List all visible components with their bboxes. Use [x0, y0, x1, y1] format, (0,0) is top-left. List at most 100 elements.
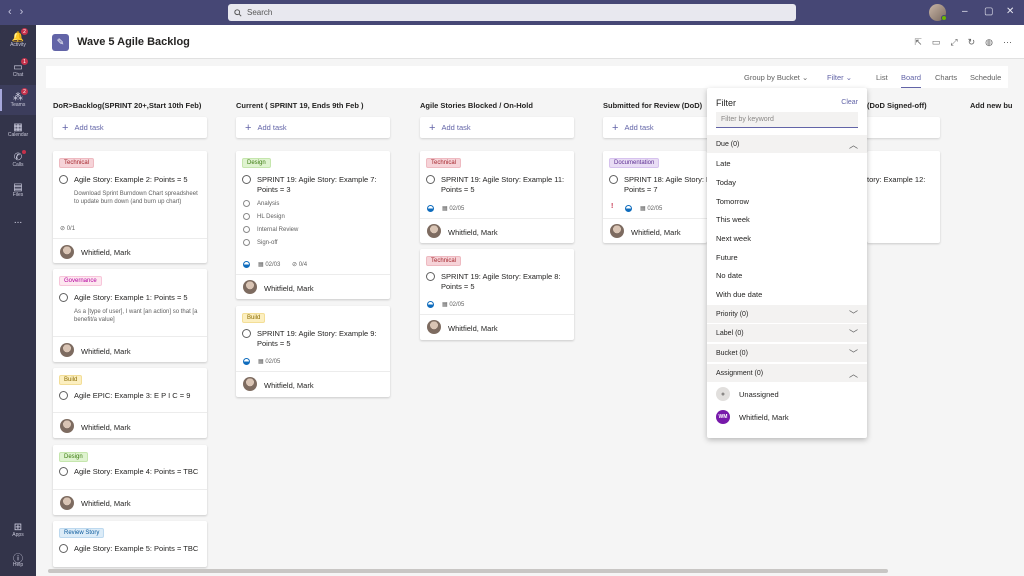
- due-option-next-week[interactable]: Next week: [716, 234, 751, 243]
- complete-checkbox[interactable]: [59, 467, 68, 476]
- tab-board[interactable]: Board: [901, 73, 921, 82]
- close-icon[interactable]: ✕: [1006, 6, 1014, 17]
- add-task-button[interactable]: + Add task: [53, 117, 207, 138]
- header-actions: ⇱ ▭ ⤢ ↻ ◍ ⋯: [914, 37, 1012, 48]
- open-external-icon[interactable]: ⇱: [914, 37, 922, 48]
- task-card[interactable]: Build Agile EPIC: Example 3: E P I C = 9…: [53, 368, 207, 438]
- bucket-title[interactable]: Submitted for Review (DoD): [603, 101, 702, 110]
- group-by-dropdown[interactable]: Group by Bucket ⌄: [744, 73, 808, 82]
- task-card[interactable]: tory: Example 12:: [867, 151, 940, 243]
- add-task-button[interactable]: + Add task: [420, 117, 574, 138]
- expand-icon[interactable]: ⤢: [950, 37, 957, 48]
- rail-more[interactable]: ...: [0, 205, 36, 235]
- complete-checkbox[interactable]: [59, 391, 68, 400]
- due-date-value: 02/05: [647, 206, 663, 212]
- divider: [53, 238, 207, 239]
- minimize-icon[interactable]: –: [962, 6, 968, 17]
- tab-schedule[interactable]: Schedule: [970, 73, 1001, 82]
- tab-board-indicator: [901, 87, 921, 88]
- task-card[interactable]: Governance Agile Story: Example 1: Point…: [53, 269, 207, 362]
- complete-checkbox[interactable]: [609, 175, 618, 184]
- assignment-option-user[interactable]: Whitfield, Mark: [739, 413, 789, 422]
- bucket-title[interactable]: DoR>Backlog(SPRINT 20+,Start 10th Feb): [53, 101, 201, 110]
- complete-checkbox[interactable]: [242, 175, 251, 184]
- nav-arrows: ‹ ›: [8, 6, 23, 18]
- task-card[interactable]: Design Agile Story: Example 4: Points = …: [53, 445, 207, 515]
- rail-calendar[interactable]: ▦ Calendar: [0, 115, 36, 145]
- due-section-header[interactable]: Due (0) ︿: [707, 135, 867, 153]
- add-new-bucket[interactable]: Add new bu: [970, 101, 1013, 110]
- forward-arrow-icon[interactable]: ›: [20, 6, 24, 18]
- rail-activity[interactable]: 🔔 2 Activity: [0, 25, 36, 55]
- rail-help[interactable]: ⓘ Help: [0, 545, 36, 575]
- horizontal-scrollbar[interactable]: [48, 569, 888, 573]
- board-toolbar: Group by Bucket ⌄ Filter ⌄ List Board Ch…: [46, 66, 1008, 88]
- tab-list[interactable]: List: [876, 73, 888, 82]
- task-card[interactable]: Technical SPRINT 19: Agile Story: Exampl…: [420, 249, 574, 340]
- conversation-icon[interactable]: ▭: [932, 37, 941, 48]
- divider: [53, 336, 207, 337]
- due-option-this-week[interactable]: This week: [716, 215, 750, 224]
- assignee-name: Whitfield, Mark: [448, 228, 498, 237]
- bucket-title[interactable]: Current ( SPRINT 19, Ends 9th Feb ): [236, 101, 364, 110]
- checklist-item-checkbox[interactable]: [243, 200, 250, 207]
- plus-icon: +: [612, 121, 619, 134]
- checklist-item-checkbox[interactable]: [243, 226, 250, 233]
- task-card[interactable]: Build SPRINT 19: Agile Story: Example 9:…: [236, 306, 390, 397]
- more-options-icon[interactable]: ⋯: [1003, 37, 1012, 48]
- search-input[interactable]: Search: [228, 4, 796, 21]
- rail-calls[interactable]: ✆ Calls: [0, 145, 36, 175]
- complete-checkbox[interactable]: [59, 175, 68, 184]
- bucket-title[interactable]: (DoD Signed-off): [867, 101, 927, 110]
- back-arrow-icon[interactable]: ‹: [8, 6, 12, 18]
- progress-icon[interactable]: [625, 205, 632, 212]
- add-task-button[interactable]: + Add task: [236, 117, 390, 138]
- divider: [603, 218, 707, 219]
- task-card[interactable]: Review Story Agile Story: Example 5: Poi…: [53, 521, 207, 567]
- clear-filter-button[interactable]: Clear: [841, 99, 858, 106]
- checklist-item-checkbox[interactable]: [243, 239, 250, 246]
- complete-checkbox[interactable]: [59, 544, 68, 553]
- task-card[interactable]: Documentation SPRINT 18: Agile Story: Ex…: [603, 151, 707, 243]
- label-section-header[interactable]: Label (0) ﹀: [707, 324, 867, 342]
- complete-checkbox[interactable]: [242, 329, 251, 338]
- checklist-item-checkbox[interactable]: [243, 213, 250, 220]
- task-card[interactable]: Design SPRINT 19: Agile Story: Example 7…: [236, 151, 390, 299]
- bucket-section-header[interactable]: Bucket (0) ﹀: [707, 344, 867, 362]
- progress-icon[interactable]: [243, 358, 250, 365]
- progress-icon[interactable]: [427, 205, 434, 212]
- complete-checkbox[interactable]: [426, 175, 435, 184]
- label-tag: Design: [242, 158, 271, 168]
- due-option-late[interactable]: Late: [716, 159, 731, 168]
- complete-checkbox[interactable]: [426, 272, 435, 281]
- rail-teams[interactable]: ⁂ 2 Teams: [0, 85, 36, 115]
- rail-apps[interactable]: ⊞ Apps: [0, 515, 36, 545]
- add-task-button-partial[interactable]: [860, 117, 940, 138]
- rail-chat[interactable]: ▭ 1 Chat: [0, 55, 36, 85]
- globe-icon[interactable]: ◍: [985, 37, 993, 48]
- bucket-title[interactable]: Agile Stories Blocked / On-Hold: [420, 101, 533, 110]
- filter-dropdown[interactable]: Filter ⌄: [827, 73, 852, 82]
- title-bar: ‹ › Search – ▢ ✕: [0, 0, 1024, 25]
- progress-icon[interactable]: [427, 301, 434, 308]
- progress-icon[interactable]: [243, 261, 250, 268]
- due-option-tomorrow[interactable]: Tomorrow: [716, 197, 749, 206]
- assignment-section-header[interactable]: Assignment (0) ︿: [707, 364, 867, 382]
- tab-charts[interactable]: Charts: [935, 73, 957, 82]
- refresh-icon[interactable]: ↻: [968, 37, 976, 48]
- priority-section-header[interactable]: Priority (0) ﹀: [707, 305, 867, 323]
- filter-keyword-input[interactable]: Filter by keyword: [716, 112, 858, 128]
- due-option-future[interactable]: Future: [716, 253, 738, 262]
- task-card[interactable]: Technical Agile Story: Example 2: Points…: [53, 151, 207, 263]
- task-card[interactable]: Technical SPRINT 19: Agile Story: Exampl…: [420, 151, 574, 243]
- due-option-with-due-date[interactable]: With due date: [716, 290, 762, 299]
- complete-checkbox[interactable]: [59, 293, 68, 302]
- divider: [53, 412, 207, 413]
- rail-files[interactable]: ▤ Files: [0, 175, 36, 205]
- maximize-icon[interactable]: ▢: [984, 6, 993, 17]
- due-option-today[interactable]: Today: [716, 178, 736, 187]
- assignment-option-unassigned[interactable]: Unassigned: [739, 390, 779, 399]
- avatar: [60, 245, 74, 259]
- assignee-name: Whitfield, Mark: [448, 324, 498, 333]
- due-option-no-date[interactable]: No date: [716, 271, 742, 280]
